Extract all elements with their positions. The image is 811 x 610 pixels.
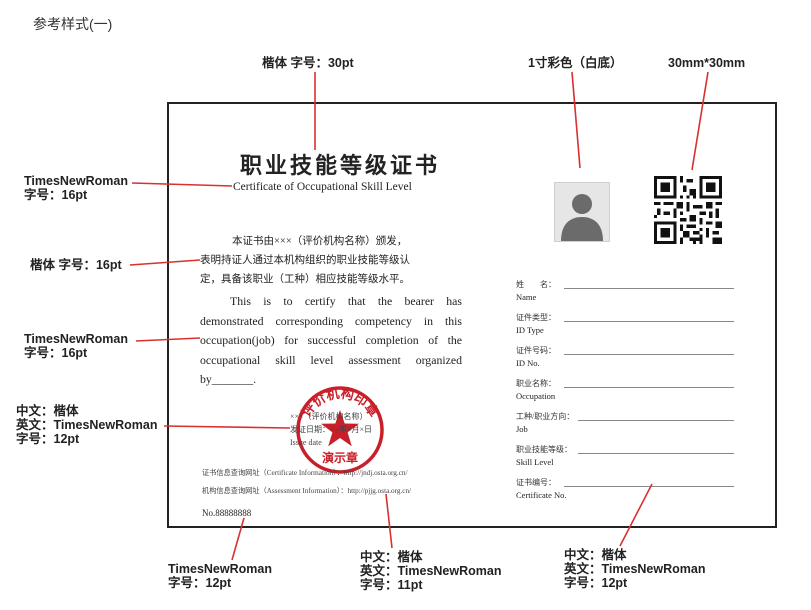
callout-info [385, 493, 393, 549]
callout-subtitle [131, 182, 233, 187]
callout-zh-body [129, 259, 201, 266]
callout-photo [571, 71, 581, 169]
callout-en-body [135, 337, 201, 342]
callout-qr [691, 71, 709, 171]
callout-lines [129, 71, 709, 561]
callout-cert-no [231, 517, 245, 561]
callout-seal [163, 425, 291, 429]
callout-fields [619, 483, 653, 547]
